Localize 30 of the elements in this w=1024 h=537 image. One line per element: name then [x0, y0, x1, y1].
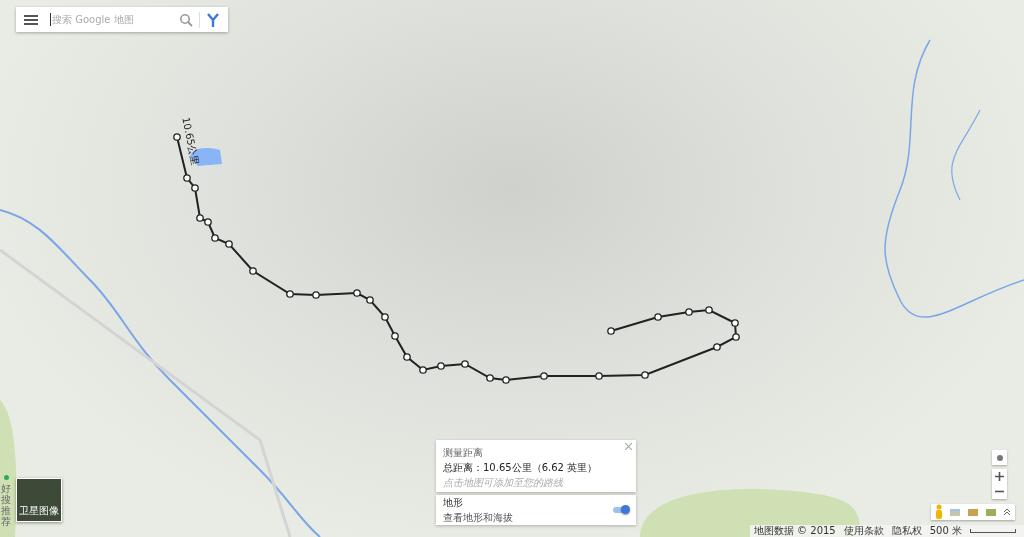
side-tab[interactable]: 好搜推荐 [0, 475, 12, 527]
satellite-thumbnail[interactable]: 卫星图像 [16, 478, 62, 522]
search-icon[interactable] [179, 12, 193, 27]
total-distance: 总距离：10.65公里（6.62 英里） [443, 461, 599, 475]
search-field[interactable]: 搜索 Google 地图 [16, 7, 228, 32]
directions-icon[interactable] [206, 11, 220, 28]
card-title: 测量距离 [443, 446, 484, 460]
location-button[interactable] [992, 450, 1007, 465]
scale-bar [970, 529, 1016, 533]
scale-label: 500 米 [929, 524, 962, 537]
photo-thumbnail[interactable] [968, 508, 978, 516]
hint-text: 点击地图可添加至您的路线 [443, 476, 564, 490]
layer-subtitle: 查看地形和海拔 [443, 510, 513, 525]
footer-link[interactable]: 隐私权 [891, 524, 922, 537]
terrain-toggle[interactable] [613, 507, 629, 513]
close-icon[interactable] [625, 443, 632, 450]
photo-thumbnail[interactable] [950, 508, 961, 516]
location-icon [995, 453, 1004, 462]
terrain-map[interactable]: 10.65公里 搜索 Google 地图 测量距离 总距离：10.65公里（6.62 英里） 点击地图可添加至您的路线 地形 查看地形和海拔 好搜推荐 卫星图像 地图数据 © 2015 使用条款 隐私权 500 米 [0, 0, 1024, 537]
map-data-credit: 地图数据 © 2015 [753, 524, 836, 537]
footer-link[interactable]: 使用条款 [843, 524, 884, 537]
side-tab-label: 好搜推荐 [1, 483, 11, 527]
zoom-in-button[interactable] [992, 469, 1007, 484]
status-dot-icon [3, 475, 9, 480]
route-distance-label: 10.65公里 [179, 116, 203, 167]
photo-thumbnail[interactable] [985, 508, 996, 516]
plus-icon [995, 472, 1004, 481]
pegman-icon[interactable] [934, 504, 943, 520]
expand-icon[interactable] [1003, 508, 1012, 516]
layer-title: 地形 [443, 495, 464, 510]
